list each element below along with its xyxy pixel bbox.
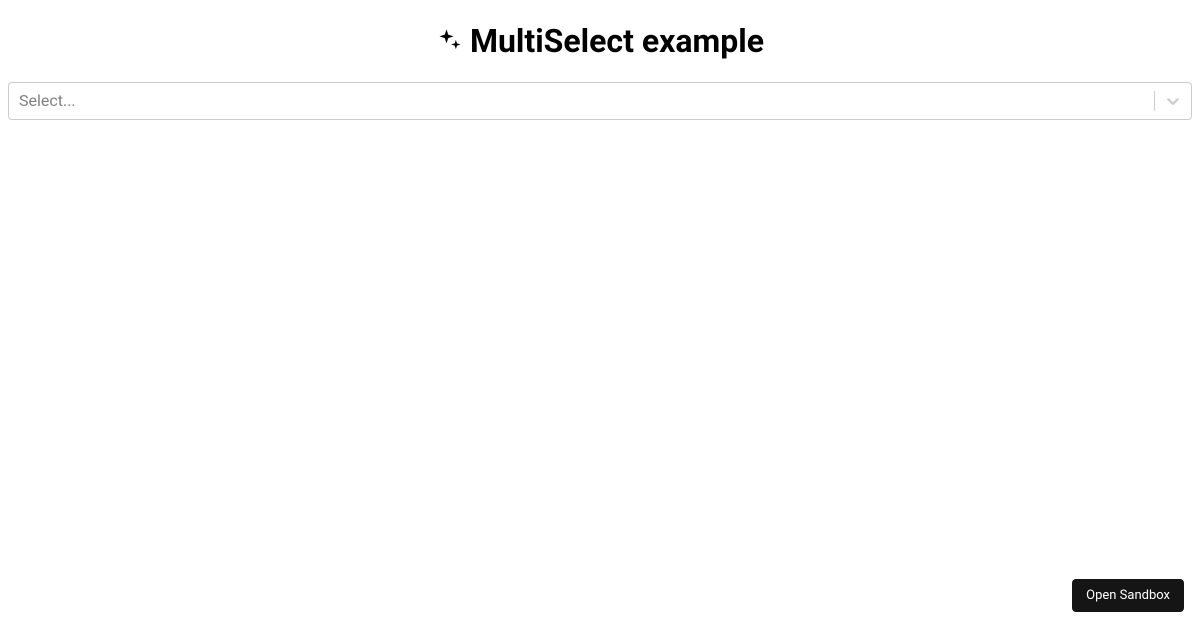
sparkles-icon [436, 27, 464, 55]
multiselect-indicators [1154, 83, 1191, 119]
multiselect-placeholder: Select... [9, 88, 1154, 114]
page-title-text: MultiSelect example [470, 22, 764, 60]
chevron-down-icon[interactable] [1155, 83, 1191, 119]
page-title: MultiSelect example [436, 22, 764, 60]
multiselect-control[interactable]: Select... [8, 82, 1192, 120]
open-sandbox-button[interactable]: Open Sandbox [1072, 579, 1184, 612]
